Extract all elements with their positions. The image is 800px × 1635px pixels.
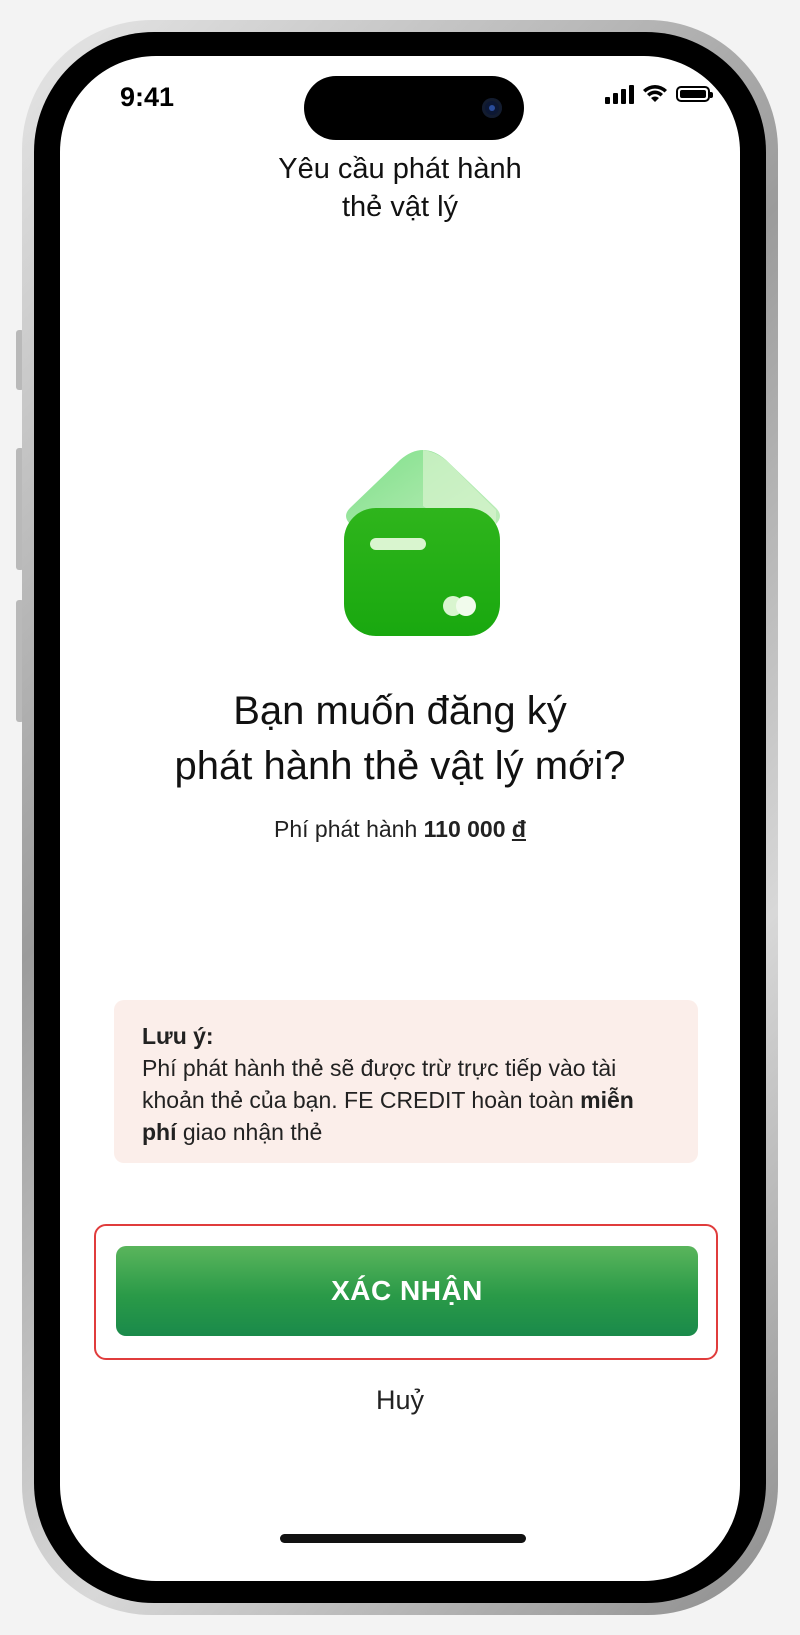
fee-currency: đ <box>511 816 526 842</box>
headline-line-1: Bạn muốn đăng ký <box>233 689 567 733</box>
note-text-end: giao nhận thẻ <box>182 1119 323 1145</box>
status-icons <box>605 84 713 104</box>
cancel-button[interactable]: Huỷ <box>60 1384 740 1417</box>
note-box: Lưu ý: Phí phát hành thẻ sẽ được trừ trự… <box>114 1000 698 1163</box>
home-indicator[interactable] <box>280 1534 526 1543</box>
confirm-button[interactable]: XÁC NHẬN <box>116 1246 698 1336</box>
wifi-icon <box>643 85 667 102</box>
phone-screen: 9:41 Yêu cầu phát hành thẻ vật lý Bạn mu… <box>60 56 740 1581</box>
headline-line-2: phát hành thẻ vật lý mới? <box>174 744 626 788</box>
issuance-fee: Phí phát hành 110 000 đ <box>60 816 740 843</box>
battery-icon <box>676 86 713 102</box>
note-text: Phí phát hành thẻ sẽ được trừ trực tiếp … <box>142 1055 617 1113</box>
confirm-highlight: XÁC NHẬN <box>94 1224 718 1360</box>
fee-amount: 110 000 <box>423 816 506 842</box>
card-icon <box>344 450 500 636</box>
page-title: Yêu cầu phát hành thẻ vật lý <box>278 153 522 223</box>
front-camera-icon <box>482 98 502 118</box>
fee-label: Phí phát hành <box>274 816 418 842</box>
confirmation-headline: Bạn muốn đăng ký phát hành thẻ vật lý mớ… <box>60 684 740 794</box>
status-time: 9:41 <box>120 82 175 112</box>
dynamic-island <box>304 76 524 140</box>
cellular-signal-icon <box>605 84 634 104</box>
note-title: Lưu ý: <box>142 1023 214 1049</box>
